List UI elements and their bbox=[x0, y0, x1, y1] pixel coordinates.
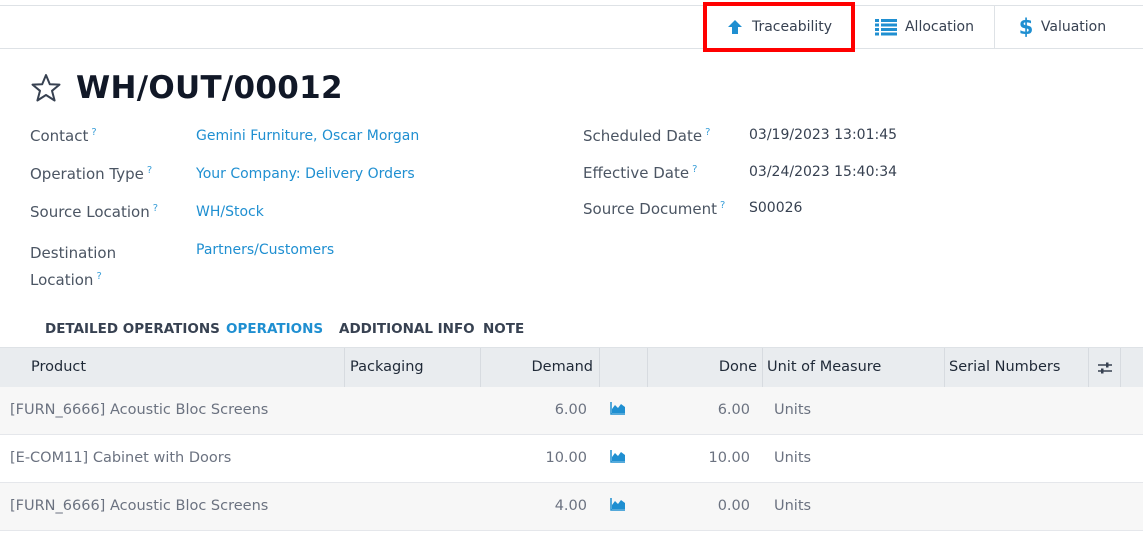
optional-columns-toggle[interactable] bbox=[1089, 348, 1121, 387]
smart-buttons-bar: Traceability Allocation $ Valuation bbox=[0, 2, 1143, 52]
table-row[interactable]: [FURN_6666] Acoustic Bloc Screens 4.00 0… bbox=[0, 483, 1143, 531]
traceability-label: Traceability bbox=[751, 19, 833, 35]
source-location-field[interactable]: WH/Stock bbox=[196, 204, 264, 220]
source-document-field[interactable]: S00026 bbox=[749, 200, 802, 216]
column-done[interactable]: Done bbox=[648, 348, 763, 387]
contact-label: Contact? bbox=[30, 127, 97, 145]
effective-date-field: 03/24/2023 15:40:34 bbox=[749, 164, 898, 180]
dollar-icon: $ bbox=[1019, 16, 1033, 38]
table-row[interactable]: [E-COM11] Cabinet with Doors 10.00 10.00… bbox=[0, 435, 1143, 483]
column-packaging[interactable]: Packaging bbox=[345, 348, 481, 387]
table-row[interactable]: [FURN_6666] Acoustic Bloc Screens 6.00 6… bbox=[0, 387, 1143, 435]
row-unit-of-measure: Units bbox=[774, 402, 812, 418]
table-header: Product Packaging Demand Done Unit of Me… bbox=[0, 347, 1143, 387]
tab-additional-info[interactable]: ADDITIONAL INFO bbox=[339, 321, 475, 337]
effective-date-label: Effective Date? bbox=[583, 164, 698, 182]
contact-field[interactable]: Gemini Furniture, Oscar Morgan bbox=[196, 128, 419, 144]
column-forecast bbox=[600, 348, 648, 387]
tab-note[interactable]: NOTE bbox=[483, 321, 524, 337]
tab-operations[interactable]: OPERATIONS bbox=[226, 321, 323, 337]
area-chart-icon[interactable] bbox=[610, 401, 626, 415]
sliders-icon bbox=[1097, 362, 1112, 373]
column-unit-of-measure[interactable]: Unit of Measure bbox=[763, 348, 945, 387]
row-done: 6.00 bbox=[717, 402, 750, 418]
destination-location-label: Destination Location? bbox=[30, 244, 117, 289]
tab-detailed-operations[interactable]: DETAILED OPERATIONS bbox=[45, 321, 220, 337]
help-icon[interactable]: ? bbox=[705, 127, 710, 138]
row-demand: 6.00 bbox=[554, 402, 587, 418]
source-location-label: Source Location? bbox=[30, 203, 159, 221]
row-done: 0.00 bbox=[717, 498, 750, 514]
scheduled-date-label: Scheduled Date? bbox=[583, 127, 711, 145]
help-icon[interactable]: ? bbox=[720, 200, 725, 211]
row-product: [E-COM11] Cabinet with Doors bbox=[10, 450, 232, 466]
column-demand[interactable]: Demand bbox=[481, 348, 600, 387]
column-serial-numbers[interactable]: Serial Numbers bbox=[945, 348, 1089, 387]
valuation-button[interactable]: $ Valuation bbox=[994, 6, 1130, 48]
row-unit-of-measure: Units bbox=[774, 450, 812, 466]
operation-type-field[interactable]: Your Company: Delivery Orders bbox=[196, 166, 415, 182]
list-icon bbox=[874, 19, 897, 36]
row-demand: 10.00 bbox=[545, 450, 587, 466]
allocation-button[interactable]: Allocation bbox=[855, 6, 994, 48]
help-icon[interactable]: ? bbox=[153, 203, 158, 214]
arrow-up-icon bbox=[727, 20, 742, 34]
star-outline-icon[interactable] bbox=[30, 73, 62, 103]
destination-location-field[interactable]: Partners/Customers bbox=[196, 242, 334, 258]
notebook-tabs: DETAILED OPERATIONS OPERATIONS ADDITIONA… bbox=[30, 310, 533, 348]
traceability-button[interactable]: Traceability bbox=[703, 6, 855, 48]
record-title-row: WH/OUT/00012 bbox=[30, 70, 343, 106]
row-unit-of-measure: Units bbox=[774, 498, 812, 514]
help-icon[interactable]: ? bbox=[147, 165, 152, 176]
page-title: WH/OUT/00012 bbox=[76, 70, 343, 106]
source-document-label: Source Document? bbox=[583, 200, 726, 218]
help-icon[interactable]: ? bbox=[692, 164, 697, 175]
area-chart-icon[interactable] bbox=[610, 497, 626, 511]
operation-type-label: Operation Type? bbox=[30, 165, 153, 183]
row-done: 10.00 bbox=[708, 450, 750, 466]
row-product: [FURN_6666] Acoustic Bloc Screens bbox=[10, 402, 269, 418]
scheduled-date-field[interactable]: 03/19/2023 13:01:45 bbox=[749, 127, 897, 143]
row-product: [FURN_6666] Acoustic Bloc Screens bbox=[10, 498, 269, 514]
help-icon[interactable]: ? bbox=[91, 127, 96, 138]
svg-text:$: $ bbox=[1019, 16, 1033, 38]
column-product[interactable]: Product bbox=[0, 348, 345, 387]
allocation-label: Allocation bbox=[904, 19, 974, 35]
valuation-label: Valuation bbox=[1040, 19, 1107, 35]
row-demand: 4.00 bbox=[554, 498, 587, 514]
help-icon[interactable]: ? bbox=[96, 271, 101, 282]
area-chart-icon[interactable] bbox=[610, 449, 626, 463]
